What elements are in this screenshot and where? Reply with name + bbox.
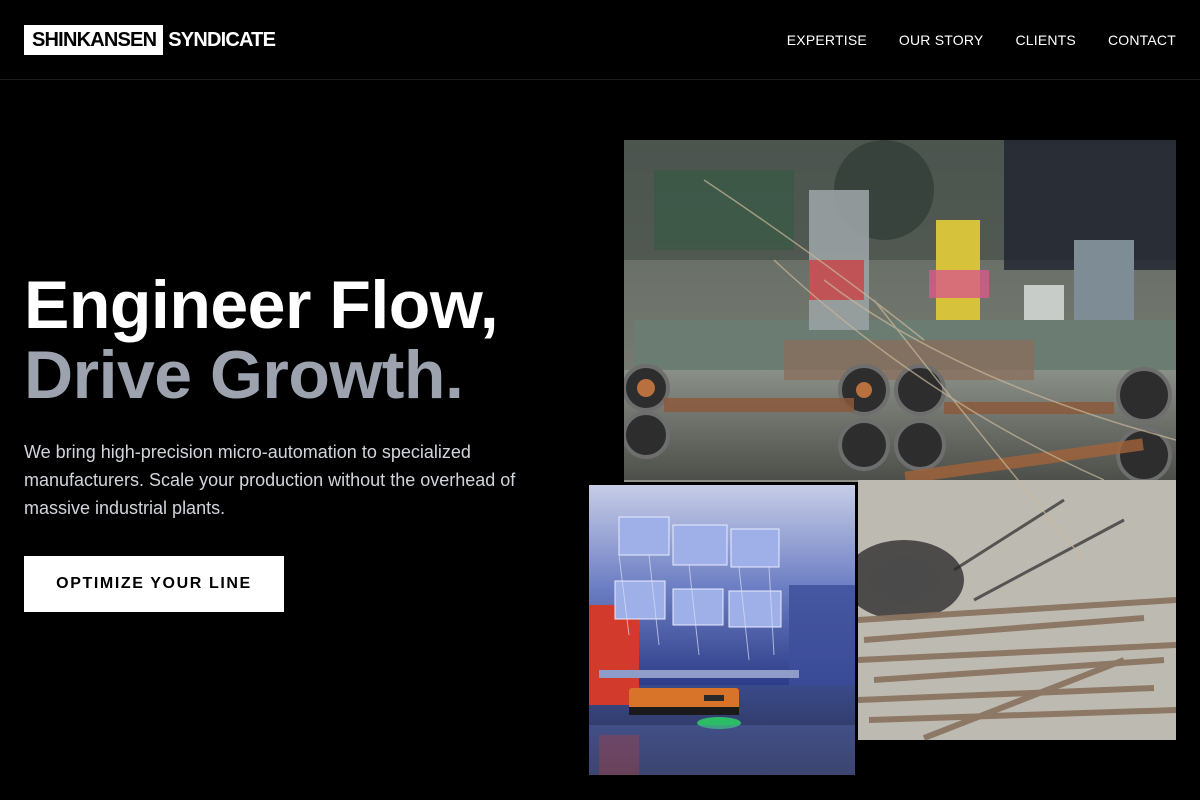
hero-content: Engineer Flow, Drive Growth. We bring hi…	[24, 270, 584, 612]
site-header: SHINKANSEN SYNDICATE EXPERTISE OUR STORY…	[0, 0, 1200, 80]
nav-link-expertise[interactable]: EXPERTISE	[787, 32, 867, 48]
optimize-line-button[interactable]: OPTIMIZE YOUR LINE	[24, 556, 284, 612]
nav-link-contact[interactable]: CONTACT	[1108, 32, 1176, 48]
nav-link-clients[interactable]: CLIENTS	[1015, 32, 1076, 48]
hero-subtext: We bring high-precision micro-automation…	[24, 442, 516, 518]
logo-box-text: SHINKANSEN	[24, 24, 164, 55]
nav-link-our-story[interactable]: OUR STORY	[899, 32, 984, 48]
headline-line-2: Drive Growth.	[24, 337, 464, 413]
warehouse-robot-illustration	[589, 485, 855, 775]
headline-line-1: Engineer Flow,	[24, 267, 499, 343]
hero-headline: Engineer Flow, Drive Growth.	[24, 270, 584, 410]
main-nav: EXPERTISE OUR STORY CLIENTS CONTACT	[755, 32, 1176, 48]
logo[interactable]: SHINKANSEN SYNDICATE	[24, 24, 276, 55]
logo-text: SYNDICATE	[168, 28, 276, 51]
warehouse-robot-photo	[586, 482, 858, 778]
